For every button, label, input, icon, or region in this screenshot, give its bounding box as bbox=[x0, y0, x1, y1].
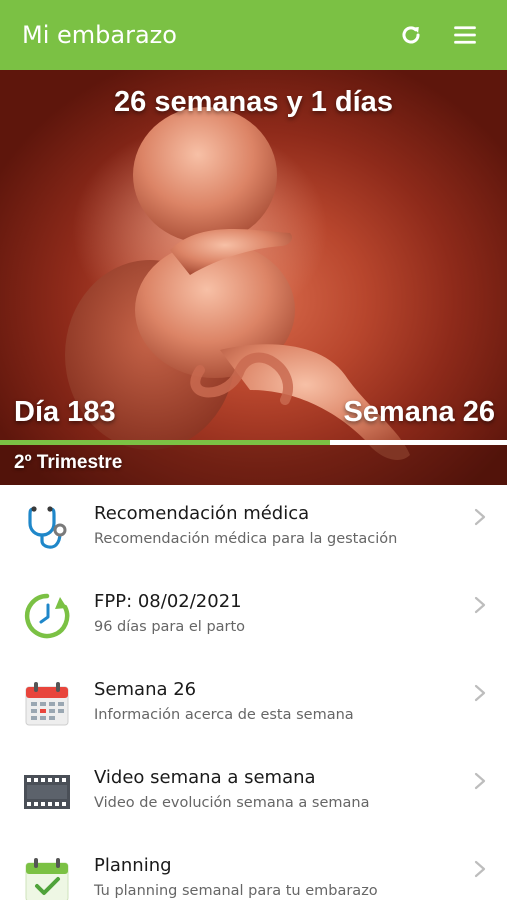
chevron-right-icon bbox=[474, 508, 486, 526]
trimester-label: 2º Trimestre bbox=[14, 452, 123, 473]
list-item-title: FPP: 08/02/2021 bbox=[94, 591, 242, 612]
list-item-medical-recommendation[interactable]: Recomendación médica Recomendación médic… bbox=[0, 485, 507, 573]
list-item-planning[interactable]: Planning Tu planning semanal para tu emb… bbox=[0, 837, 507, 900]
list-item-subtitle: Tu planning semanal para tu embarazo bbox=[94, 883, 378, 899]
list-item-week-info[interactable]: Semana 26 Información acerca de esta sem… bbox=[0, 661, 507, 749]
list-item-subtitle: Recomendación médica para la gestación bbox=[94, 531, 398, 547]
refresh-icon bbox=[402, 26, 420, 44]
stethoscope-icon bbox=[28, 506, 67, 549]
chevron-right-icon bbox=[474, 684, 486, 702]
calendar-check-icon bbox=[25, 858, 69, 900]
menu-button[interactable] bbox=[445, 15, 485, 55]
refresh-button[interactable] bbox=[391, 15, 431, 55]
day-count: Día 183 bbox=[14, 396, 116, 428]
film-strip-icon bbox=[24, 775, 70, 809]
chevron-right-icon bbox=[474, 596, 486, 614]
chevron-right-icon bbox=[474, 772, 486, 790]
list-item-title: Recomendación médica bbox=[94, 503, 310, 524]
list-item-subtitle: 96 días para el parto bbox=[94, 619, 246, 635]
list-item-title: Video semana a semana bbox=[94, 767, 316, 788]
pregnancy-hero: 26 semanas y 1 días Día 183 Semana 26 2º… bbox=[0, 70, 507, 485]
list-item-title: Semana 26 bbox=[94, 679, 197, 700]
list-item-due-date[interactable]: FPP: 08/02/2021 96 días para el parto bbox=[0, 573, 507, 661]
list-item-subtitle: Información acerca de esta semana bbox=[94, 707, 354, 723]
clock-countdown-icon bbox=[24, 593, 70, 639]
calendar-icon bbox=[25, 682, 69, 726]
weeks-days-title: 26 semanas y 1 días bbox=[114, 86, 393, 118]
list-item-title: Planning bbox=[94, 855, 172, 876]
app-bar: Mi embarazo bbox=[0, 0, 507, 70]
app-title: Mi embarazo bbox=[22, 21, 177, 49]
chevron-right-icon bbox=[474, 860, 486, 878]
list-item-weekly-video[interactable]: Video semana a semana Video de evolución… bbox=[0, 749, 507, 837]
list-item-subtitle: Video de evolución semana a semana bbox=[94, 795, 370, 811]
hamburger-menu-icon bbox=[454, 26, 476, 44]
week-count: Semana 26 bbox=[343, 396, 495, 428]
feature-list: Recomendación médica Recomendación médic… bbox=[0, 485, 507, 900]
